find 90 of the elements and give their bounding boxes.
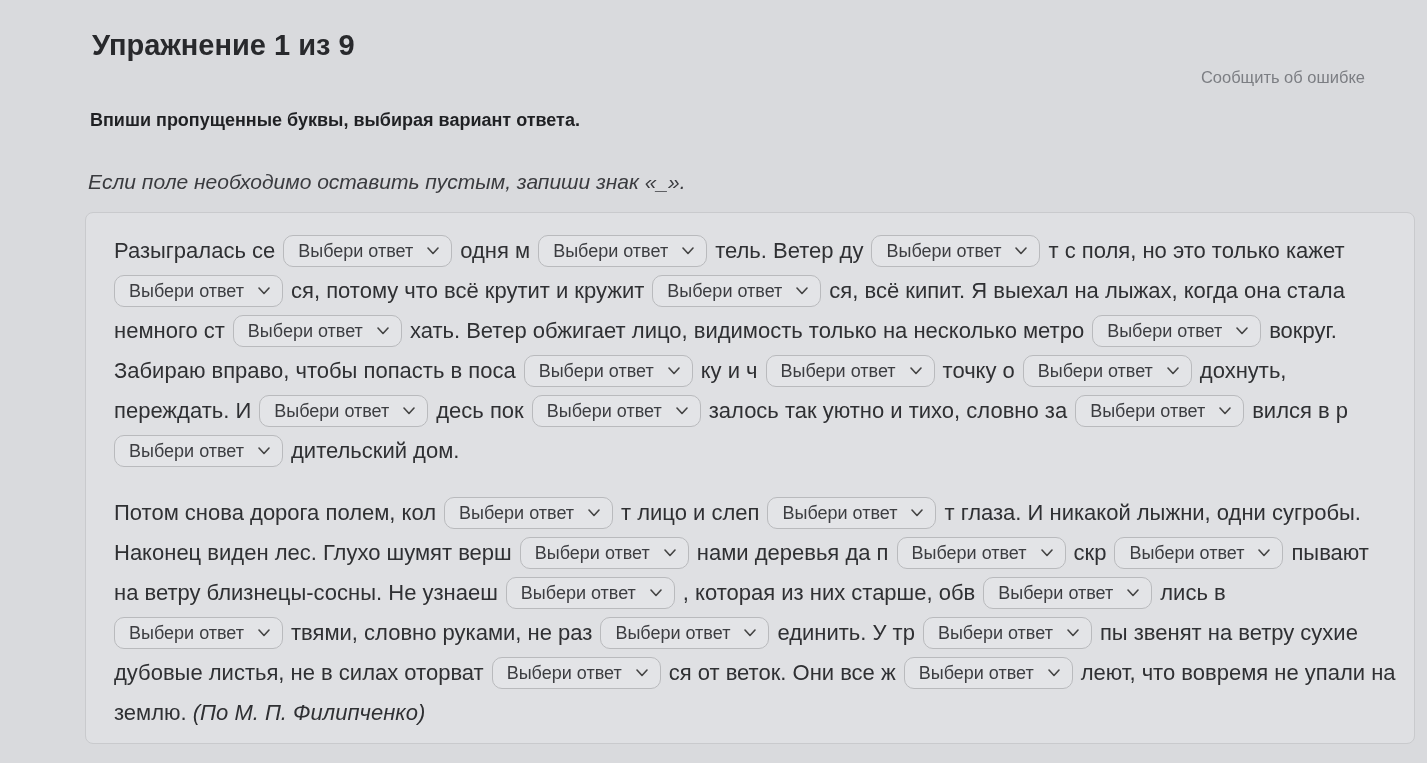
- exercise-text: Забираю вправо, чтобы попасть в поса: [114, 357, 516, 385]
- chevron-down-icon: [1127, 589, 1140, 597]
- exercise-text: землю. (По М. П. Филипченко): [114, 699, 426, 727]
- chevron-down-icon: [1015, 247, 1028, 255]
- answer-dropdown[interactable]: Выбери ответ: [871, 235, 1041, 267]
- exercise-text: , которая из них старше, обв: [682, 579, 976, 607]
- exercise-text: десь пок: [436, 397, 524, 425]
- exercise-text: залось так уютно и тихо, словно за: [708, 397, 1068, 425]
- exercise-text: т с поля, но это только кажет: [1048, 237, 1345, 265]
- exercise-text: ся от веток. Они все ж: [668, 659, 896, 687]
- answer-dropdown[interactable]: Выбери ответ: [259, 395, 429, 427]
- exercise-text: Наконец виден лес. Глухо шумят верш: [114, 539, 512, 567]
- exercise-text: дохнуть,: [1199, 357, 1287, 385]
- exercise-text: твями, словно руками, не раз: [291, 619, 593, 647]
- answer-dropdown[interactable]: Выбери ответ: [232, 315, 402, 347]
- exercise-text: т глаза. И никакой лыжни, одни сугробы.: [944, 499, 1361, 527]
- answer-dropdown[interactable]: Выбери ответ: [538, 235, 708, 267]
- answer-dropdown[interactable]: Выбери ответ: [531, 395, 701, 427]
- chevron-down-icon: [258, 447, 270, 455]
- exercise-text: единить. У тр: [777, 619, 915, 647]
- chevron-down-icon: [796, 287, 809, 295]
- chevron-down-icon: [1219, 407, 1232, 415]
- chevron-down-icon: [1236, 327, 1249, 335]
- answer-dropdown[interactable]: Выбери ответ: [444, 497, 614, 529]
- chevron-down-icon: [403, 407, 416, 415]
- chevron-down-icon: [675, 407, 688, 415]
- exercise-text: пы звенят на ветру сухие: [1099, 619, 1358, 647]
- chevron-down-icon: [635, 669, 648, 677]
- exercise-text: точку о: [942, 357, 1015, 385]
- exercise-text: т лицо и слеп: [621, 499, 760, 527]
- exercise-text: ся, всё кипит. Я выехал на лыжах, когда она стала: [829, 277, 1345, 305]
- chevron-down-icon: [663, 549, 676, 557]
- instruction-text: Впиши пропущенные буквы, выбирая вариант ответа.: [90, 109, 581, 132]
- chevron-down-icon: [588, 509, 601, 517]
- exercise-text: тель. Ветер ду: [715, 237, 864, 265]
- answer-dropdown[interactable]: Выбери ответ: [114, 617, 283, 649]
- exercise-text: немного ст: [114, 317, 225, 345]
- chevron-down-icon: [744, 629, 757, 637]
- exercise-text: на ветру близнецы-сосны. Не узнаеш: [114, 579, 498, 607]
- answer-dropdown[interactable]: Выбери ответ: [114, 435, 283, 467]
- exercise-text: Потом снова дорога полем, кол: [114, 499, 437, 527]
- exercise-text: Разыгралась се: [114, 237, 276, 265]
- chevron-down-icon: [1166, 367, 1179, 375]
- answer-dropdown[interactable]: Выбери ответ: [765, 355, 935, 387]
- answer-dropdown[interactable]: Выбери ответ: [652, 275, 822, 307]
- chevron-down-icon: [258, 629, 270, 637]
- exercise-text: пывают: [1291, 539, 1369, 567]
- exercise-text: дубовые листья, не в силах оторват: [114, 659, 484, 687]
- answer-dropdown[interactable]: Выбери ответ: [523, 355, 693, 387]
- answer-dropdown[interactable]: Выбери ответ: [600, 617, 770, 649]
- chevron-down-icon: [1066, 629, 1079, 637]
- answer-dropdown[interactable]: Выбери ответ: [1114, 537, 1284, 569]
- exercise-text: дительский дом.: [291, 437, 460, 465]
- exercise-text: леют, что вовремя не упали на: [1080, 659, 1396, 687]
- answer-dropdown[interactable]: Выбери ответ: [767, 497, 937, 529]
- chevron-down-icon: [682, 247, 695, 255]
- hint-text: Если поле необходимо оставить пустым, запиши знак «_».: [88, 169, 687, 195]
- answer-dropdown[interactable]: Выбери ответ: [505, 577, 675, 609]
- chevron-down-icon: [667, 367, 680, 375]
- exercise-text: одня м: [460, 237, 531, 265]
- chevron-down-icon: [1258, 549, 1271, 557]
- chevron-down-icon: [427, 247, 440, 255]
- exercise-text: лись в: [1160, 579, 1226, 607]
- exercise-text: нами деревья да п: [696, 539, 889, 567]
- answer-dropdown[interactable]: Выбери ответ: [1075, 395, 1245, 427]
- answer-dropdown[interactable]: Выбери ответ: [1022, 355, 1192, 387]
- chevron-down-icon: [649, 589, 662, 597]
- chevron-down-icon: [911, 509, 924, 517]
- chevron-down-icon: [909, 367, 922, 375]
- answer-dropdown[interactable]: Выбери ответ: [283, 235, 453, 267]
- exercise-text: хать. Ветер обжигает лицо, видимость только на несколько метро: [409, 317, 1085, 345]
- chevron-down-icon: [1047, 669, 1060, 677]
- answer-dropdown[interactable]: Выбери ответ: [1092, 315, 1262, 347]
- exercise-text: ку и ч: [700, 357, 758, 385]
- answer-dropdown[interactable]: Выбери ответ: [903, 657, 1073, 689]
- chevron-down-icon: [1040, 549, 1053, 557]
- answer-dropdown[interactable]: Выбери ответ: [922, 617, 1092, 649]
- answer-dropdown[interactable]: Выбери ответ: [519, 537, 689, 569]
- chevron-down-icon: [376, 327, 389, 335]
- exercise-text: переждать. И: [114, 397, 252, 425]
- exercise-text: вокруг.: [1269, 317, 1337, 345]
- answer-dropdown[interactable]: Выбери ответ: [114, 275, 283, 307]
- answer-dropdown[interactable]: Выбери ответ: [491, 657, 661, 689]
- exercise-text: скр: [1073, 539, 1107, 567]
- answer-dropdown[interactable]: Выбери ответ: [983, 577, 1153, 609]
- answer-dropdown[interactable]: Выбери ответ: [896, 537, 1066, 569]
- exercise-title: Упражнение 1 из 9: [91, 28, 355, 63]
- chevron-down-icon: [258, 287, 270, 295]
- exercise-text: ся, потому что всё крутит и кружит: [291, 277, 645, 305]
- exercise-text: вился в р: [1252, 397, 1349, 425]
